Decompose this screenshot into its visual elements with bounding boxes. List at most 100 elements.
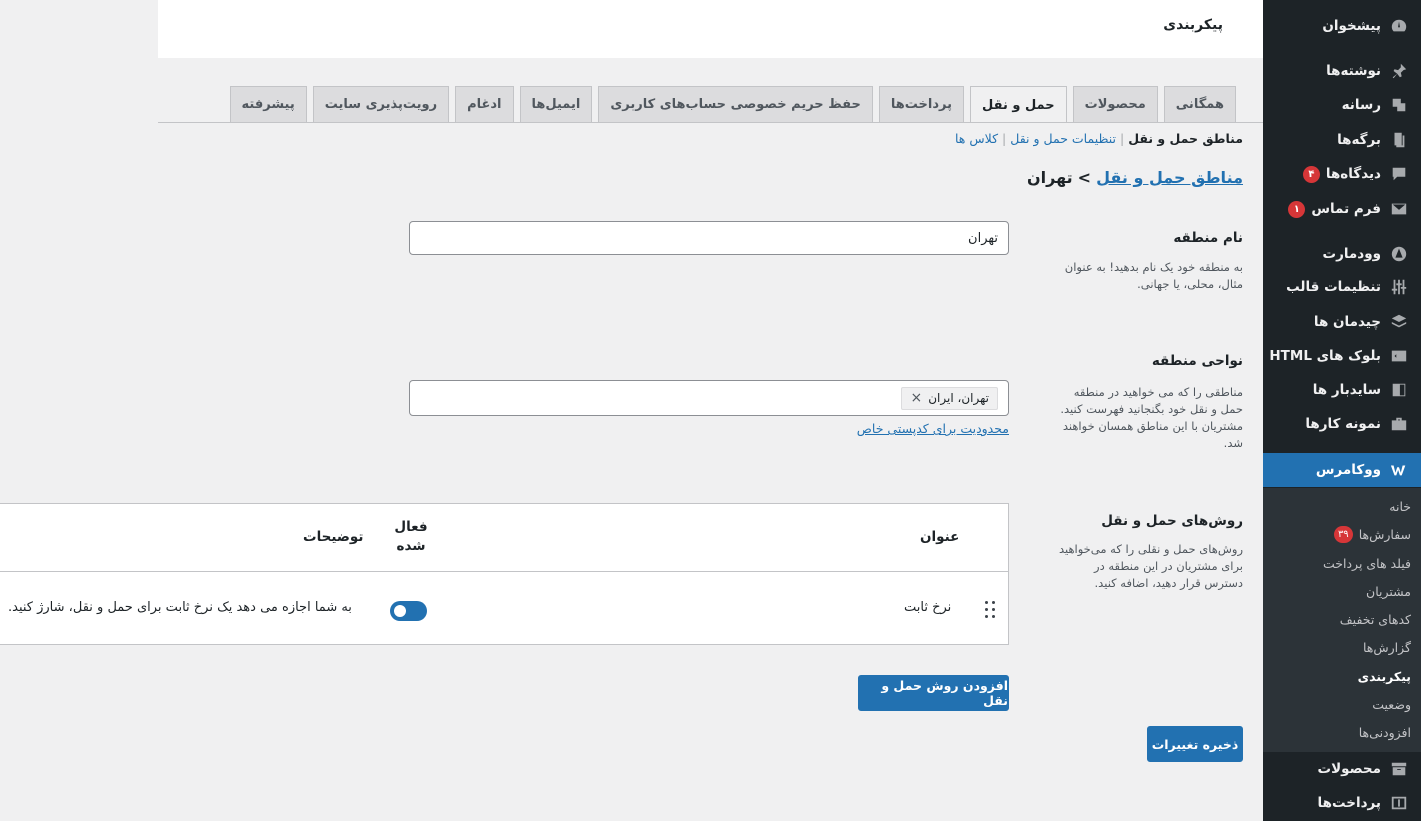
limit-postcodes-link[interactable]: محدودیت برای کدپستی خاص [857, 421, 1009, 436]
page-header: پیکربندی [158, 0, 1263, 58]
zone-name-label: نام منطقه [1173, 230, 1243, 246]
submenu-item-label: سفارش‌ها [1358, 526, 1411, 542]
subnav-shipping-classes[interactable]: کلاس ها [955, 131, 998, 146]
subnav-separator: | [1002, 131, 1007, 146]
sidebar-item-portfolio[interactable]: نمونه کارها [1263, 407, 1421, 441]
subnav-shipping-options[interactable]: تنظیمات حمل و نقل [1010, 131, 1116, 146]
pages-icon [1389, 130, 1409, 150]
sidebar-item-label: تنظیمات قالب [1286, 279, 1381, 295]
tab-payments[interactable]: پرداخت‌ها [878, 86, 964, 122]
sidebar-item-layouts[interactable]: چیدمان ها [1263, 305, 1421, 339]
tab-shipping[interactable]: حمل و نقل [969, 86, 1067, 123]
archive-icon [1389, 759, 1409, 779]
method-description: به شما اجازه می دهد یک نرخ ثابت برای حمل… [8, 600, 352, 615]
method-enabled-toggle[interactable] [390, 601, 427, 621]
orders-count-badge: ۳۹ [1333, 525, 1353, 543]
subnav-separator: | [1119, 131, 1125, 146]
sidebar-item-label: سایدبار ها [1312, 382, 1381, 398]
region-chip: تهران، ایران × [901, 386, 998, 410]
sidebar-item-label: محصولات [1317, 761, 1381, 777]
submenu-item-status[interactable]: وضعیت [1263, 690, 1421, 718]
submenu-item-label: خانه [1389, 498, 1411, 514]
sidebar-item-html-blocks[interactable]: بلوک های HTML [1263, 339, 1421, 373]
sidebar-item-label: دیدگاه‌ها [1325, 166, 1381, 182]
tab-privacy[interactable]: حفظ حریم خصوصی حساب‌های کاربری [598, 86, 873, 122]
woocommerce-submenu: خانه سفارش‌ها ۳۹ فیلد های پرداخت مشتریان … [1263, 488, 1421, 752]
page-title: پیکربندی [1163, 17, 1223, 33]
add-shipping-method-button[interactable]: افزودن روش حمل و نقل [858, 675, 1009, 711]
sidebar-item-products[interactable]: محصولات [1263, 752, 1421, 786]
media-icon [1389, 95, 1409, 115]
breadcrumb-separator: > [1077, 168, 1092, 187]
sidebar-item-dashboard[interactable]: پیشخوان [1263, 9, 1421, 43]
breadcrumb: مناطق حمل و نقل > تهران [1027, 168, 1243, 187]
tab-site-visibility[interactable]: رویت‌پذیری سایت [312, 86, 450, 122]
sidebar-item-label: پیشخوان [1322, 18, 1381, 34]
tab-products[interactable]: محصولات [1072, 86, 1158, 122]
settings-tabs: همگانی محصولات حمل و نقل پرداخت‌ها حفظ ح… [229, 86, 1236, 123]
portfolio-icon [1389, 414, 1409, 434]
sidebar-item-woocommerce[interactable]: ووکامرس [1263, 453, 1421, 487]
breadcrumb-current: تهران [1026, 168, 1073, 187]
sidebar-item-sidebars[interactable]: سایدبار ها [1263, 373, 1421, 407]
sidebar-item-media[interactable]: رسانه [1263, 88, 1421, 122]
breadcrumb-zones-link[interactable]: مناطق حمل و نقل [1096, 168, 1243, 187]
sidebar-item-label: نمونه کارها [1305, 416, 1381, 432]
sidebar-item-label: بلوک های HTML [1269, 348, 1381, 364]
submenu-item-settings[interactable]: پیکربندی [1263, 662, 1421, 690]
sidebar-item-label: چیدمان ها [1313, 314, 1381, 330]
dashboard-icon [1389, 16, 1409, 36]
sidebar-icon [1389, 380, 1409, 400]
tab-general[interactable]: همگانی [1163, 86, 1236, 122]
sidebar-item-label: فرم تماس [1311, 201, 1381, 217]
sidebar-item-label: وودمارت [1322, 246, 1381, 262]
mail-icon [1389, 199, 1409, 219]
zone-regions-description: مناطقی را که می خواهید در منطقه حمل و نق… [1060, 385, 1243, 450]
tab-advanced[interactable]: پیشرفته [229, 86, 307, 122]
sidebar-item-label: نوشته‌ها [1326, 63, 1381, 79]
sidebar-item-label: برگه‌ها [1337, 132, 1381, 148]
region-chip-remove-icon[interactable]: × [910, 390, 922, 406]
comments-count-badge: ۴ [1302, 165, 1320, 183]
submenu-item-label: فیلد های پرداخت [1323, 555, 1411, 571]
submenu-item-label: گزارش‌ها [1362, 639, 1411, 655]
method-title[interactable]: نرخ ثابت [904, 600, 951, 615]
submenu-item-reports[interactable]: گزارش‌ها [1263, 633, 1421, 661]
tab-emails[interactable]: ایمیل‌ها [519, 86, 593, 122]
drag-handle-icon[interactable] [984, 600, 996, 618]
save-changes-button[interactable]: ذخیره تغییرات [1147, 726, 1243, 762]
zone-name-value: تهران [968, 230, 998, 246]
shipping-subnav: مناطق حمل و نقل | تنظیمات حمل و نقل | کل… [955, 131, 1243, 146]
sidebar-item-label: رسانه [1341, 97, 1381, 113]
column-header-title: عنوان [920, 529, 960, 545]
sidebar-item-pages[interactable]: برگه‌ها [1263, 123, 1421, 157]
pin-icon [1389, 61, 1409, 81]
sidebar-item-payments[interactable]: پرداخت‌ها [1263, 786, 1421, 820]
layers-icon [1389, 312, 1409, 332]
sidebar-item-label: پرداخت‌ها [1317, 795, 1381, 811]
zone-name-input[interactable]: تهران [409, 221, 1009, 255]
submenu-item-orders[interactable]: سفارش‌ها ۳۹ [1263, 520, 1421, 548]
woocommerce-icon [1389, 460, 1409, 480]
tab-integration[interactable]: ادغام [455, 86, 514, 122]
subnav-shipping-zones[interactable]: مناطق حمل و نقل [1128, 131, 1243, 146]
submenu-item-label: وضعیت [1372, 696, 1411, 712]
column-header-description: توضیحات [303, 529, 364, 545]
shipping-methods-table: عنوان فعال شده توضیحات نرخ ثابت به شما ا… [0, 503, 1009, 645]
submenu-item-extensions[interactable]: افزودنی‌ها [1263, 718, 1421, 746]
sidebar-item-theme-settings[interactable]: تنظیمات قالب [1263, 270, 1421, 304]
sidebar-item-comments[interactable]: دیدگاه‌ها ۴ [1263, 157, 1421, 191]
region-chip-label: تهران، ایران [928, 391, 989, 405]
html-block-icon [1389, 346, 1409, 366]
sidebar-item-contact-form[interactable]: فرم تماس ۱ [1263, 192, 1421, 226]
submenu-item-home[interactable]: خانه [1263, 492, 1421, 520]
submenu-item-customers[interactable]: مشتریان [1263, 577, 1421, 605]
submenu-item-checkout-fields[interactable]: فیلد های پرداخت [1263, 549, 1421, 577]
sidebar-item-label: ووکامرس [1315, 462, 1381, 478]
shipping-methods-description: روش‌های حمل و نقلی را که می‌خواهید برای … [1058, 542, 1243, 590]
zone-regions-input[interactable]: تهران، ایران × [409, 380, 1009, 416]
sidebar-item-posts[interactable]: نوشته‌ها [1263, 54, 1421, 88]
submenu-item-label: پیکربندی [1357, 668, 1411, 684]
sidebar-item-woodmart[interactable]: وودمارت [1263, 237, 1421, 271]
submenu-item-coupons[interactable]: کدهای تخفیف [1263, 605, 1421, 633]
